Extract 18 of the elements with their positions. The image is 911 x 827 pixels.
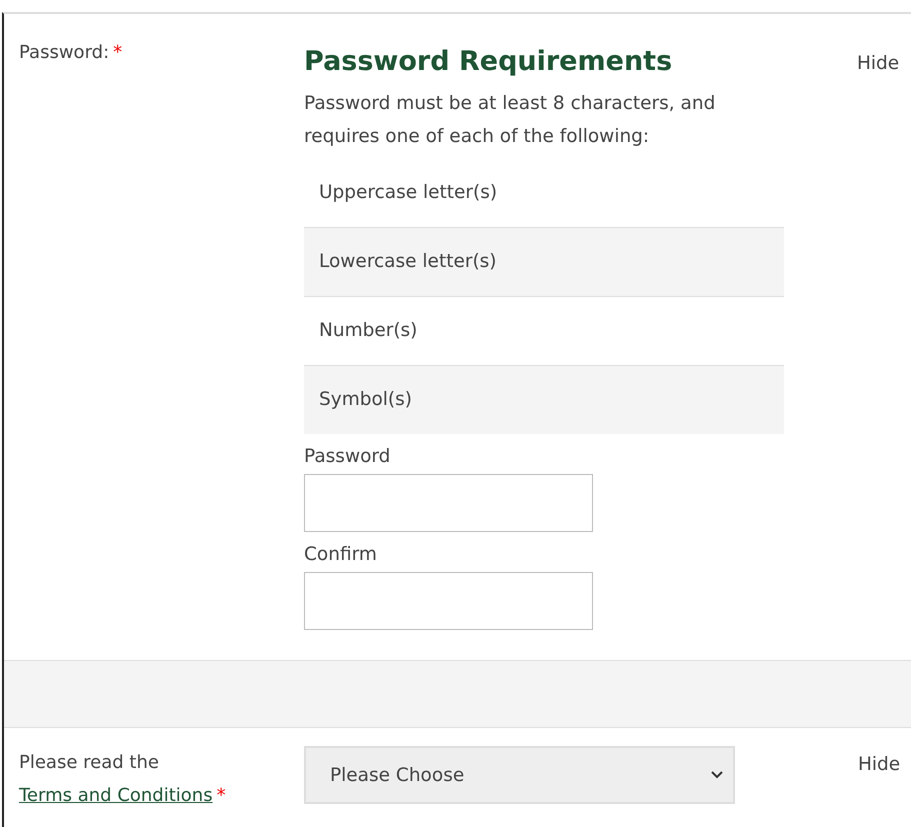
input-field[interactable] <box>304 474 593 532</box>
requirement-item: Symbol(s) <box>304 365 784 434</box>
required-mark: * <box>113 42 122 63</box>
field-label: Confirm <box>304 544 378 566</box>
field-label: Password <box>304 446 392 468</box>
field-label: Please read the <box>19 752 159 773</box>
hide-link[interactable]: Hide <box>857 53 900 77</box>
hide-link[interactable]: Hide <box>858 754 900 778</box>
requirement-item: Lowercase letter(s) <box>304 227 784 296</box>
chevron-down-icon <box>711 771 723 779</box>
required-mark: * <box>216 785 226 806</box>
select-dropdown[interactable]: Please Choose <box>304 746 735 804</box>
requirements-heading: Password Requirements <box>304 46 674 77</box>
input-field[interactable] <box>304 572 593 630</box>
terms-link[interactable]: Terms and Conditions <box>19 785 213 806</box>
requirements-text: Password must be at least 8 characters, and requires one of each of the following: <box>304 92 716 149</box>
requirement-item: Uppercase letter(s) <box>318 181 498 205</box>
field-label: Password: <box>19 42 110 63</box>
